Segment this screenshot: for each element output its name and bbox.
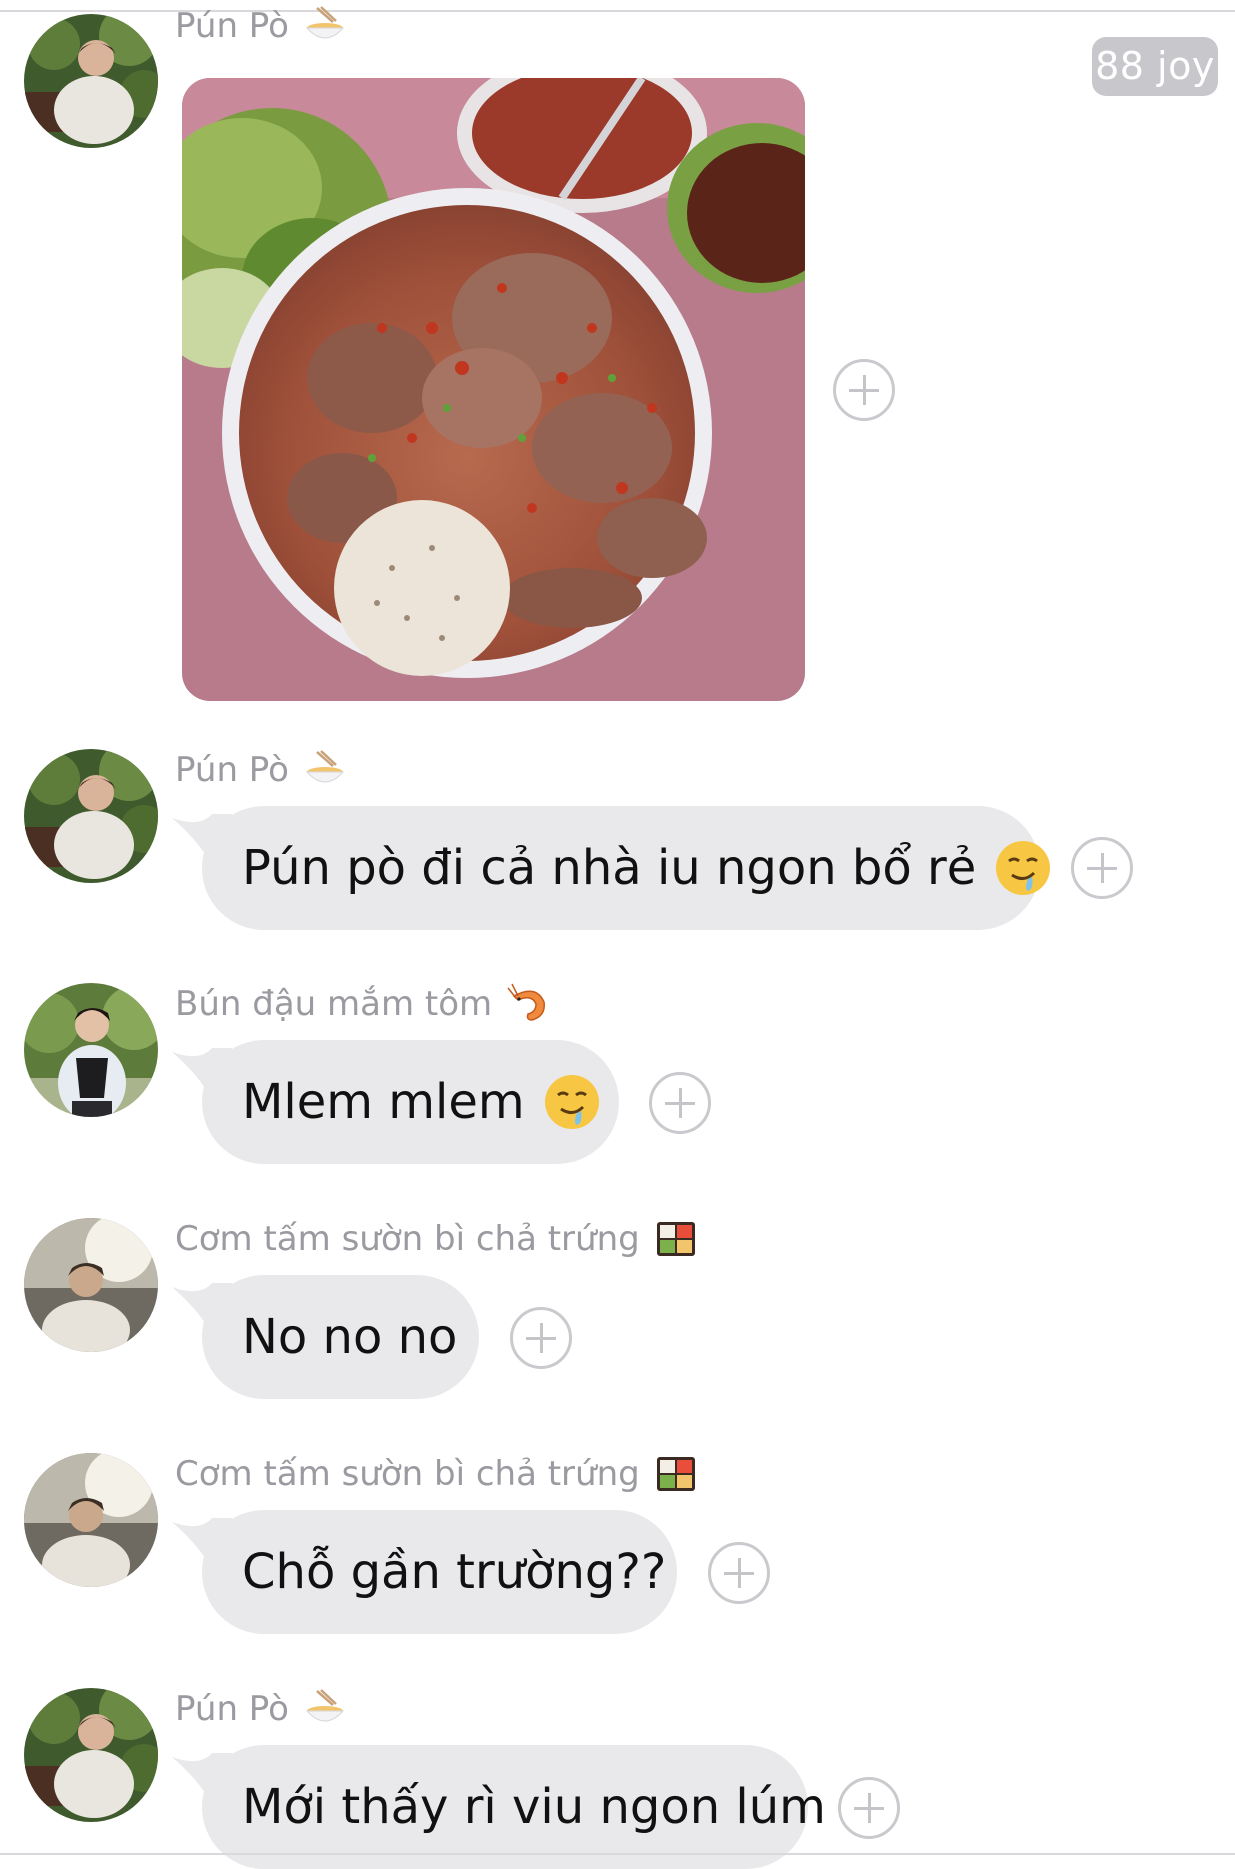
bento-box-icon bbox=[654, 1452, 698, 1496]
message-bubble[interactable]: No no no bbox=[202, 1275, 479, 1399]
food-photo[interactable] bbox=[182, 78, 805, 701]
message-text: Mới thấy rì viu ngon lúm bbox=[242, 1779, 826, 1835]
add-reaction-button[interactable] bbox=[510, 1307, 572, 1369]
avatar-pun-po[interactable] bbox=[24, 749, 158, 883]
noodle-bowl-icon bbox=[303, 4, 347, 48]
add-reaction-button[interactable] bbox=[838, 1777, 900, 1839]
sender-label: Pún Pò bbox=[175, 750, 289, 790]
message-text: Chỗ gần trường?? bbox=[242, 1544, 667, 1600]
avatar-pun-po[interactable] bbox=[24, 1688, 158, 1822]
drooling-face-icon bbox=[543, 1073, 601, 1131]
message-bubble[interactable]: Pún pò đi cả nhà iu ngon bổ rẻ bbox=[202, 806, 1051, 930]
shrimp-icon bbox=[506, 982, 550, 1026]
add-reaction-button[interactable] bbox=[833, 359, 895, 421]
sender-label: Cơm tấm sườn bì chả trứng bbox=[175, 1454, 640, 1494]
sender-name: Pún Pò bbox=[175, 5, 347, 47]
message-text: No no no bbox=[242, 1309, 458, 1365]
noodle-bowl-icon bbox=[303, 748, 347, 792]
add-reaction-button[interactable] bbox=[1071, 837, 1133, 899]
sender-name: Pún Pò bbox=[175, 749, 347, 791]
sender-name: Cơm tấm sườn bì chả trứng bbox=[175, 1453, 698, 1495]
sender-label: Bún đậu mắm tôm bbox=[175, 984, 493, 1024]
bottom-divider bbox=[0, 1853, 1235, 1855]
noodle-bowl-icon bbox=[303, 1687, 347, 1731]
sender-label: Pún Pò bbox=[175, 1689, 289, 1729]
avatar-com-tam[interactable] bbox=[24, 1453, 158, 1587]
sender-name: Cơm tấm sườn bì chả trứng bbox=[175, 1218, 698, 1260]
avatar-bun-dau[interactable] bbox=[24, 983, 158, 1117]
bento-box-icon bbox=[654, 1217, 698, 1261]
sender-label: Pún Pò bbox=[175, 6, 289, 46]
sender-name: Bún đậu mắm tôm bbox=[175, 983, 550, 1025]
message-text: Mlem mlem bbox=[242, 1074, 525, 1130]
joy-count-badge[interactable]: 88 joy bbox=[1092, 37, 1218, 96]
message-text: Pún pò đi cả nhà iu ngon bổ rẻ bbox=[242, 840, 977, 896]
message-bubble[interactable]: Mlem mlem bbox=[202, 1040, 619, 1164]
drooling-face-icon bbox=[994, 839, 1052, 897]
message-bubble[interactable]: Chỗ gần trường?? bbox=[202, 1510, 677, 1634]
avatar-com-tam[interactable] bbox=[24, 1218, 158, 1352]
add-reaction-button[interactable] bbox=[649, 1072, 711, 1134]
sender-label: Cơm tấm sườn bì chả trứng bbox=[175, 1219, 640, 1259]
avatar-pun-po[interactable] bbox=[24, 14, 158, 148]
message-bubble[interactable]: Mới thấy rì viu ngon lúm bbox=[202, 1745, 826, 1869]
sender-name: Pún Pò bbox=[175, 1688, 347, 1730]
add-reaction-button[interactable] bbox=[708, 1542, 770, 1604]
